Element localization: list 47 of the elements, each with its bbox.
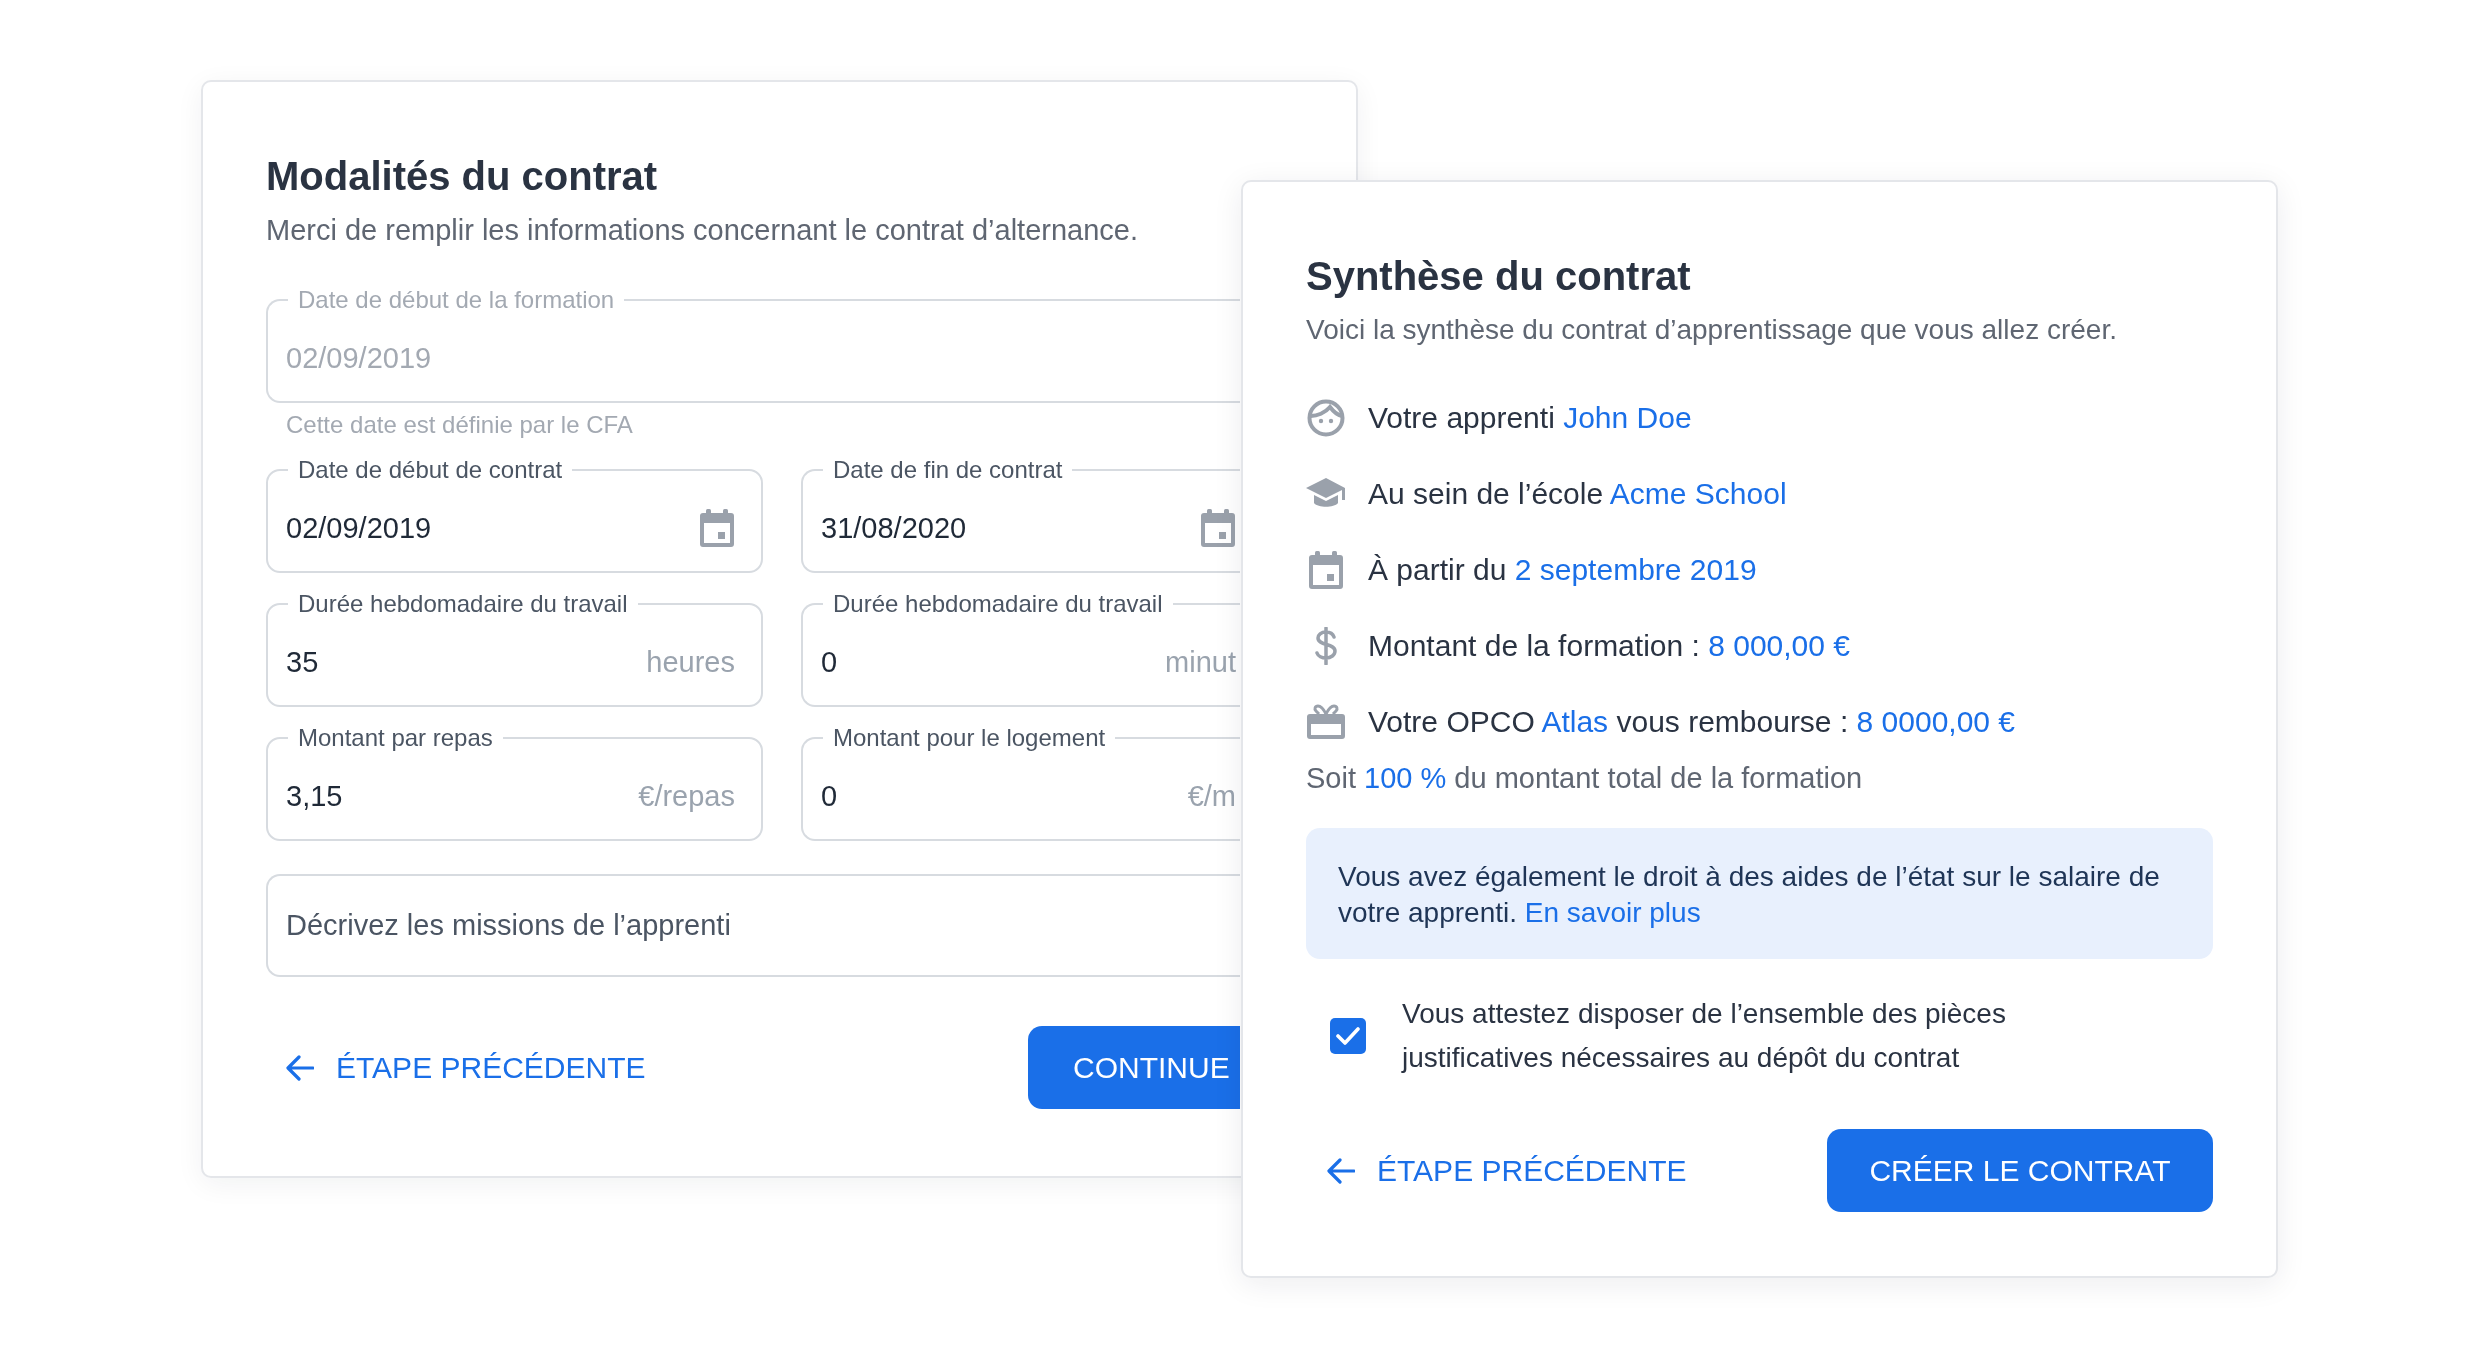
missions-field[interactable]: Décrivez les missions de l’apprenti — [266, 874, 1240, 977]
previous-step-link[interactable]: ÉTAPE PRÉCÉDENTE — [1321, 1147, 1693, 1194]
field-value: 0 — [821, 779, 839, 813]
field-label: Date de début de contrat — [297, 455, 564, 485]
create-contract-button[interactable]: CRÉER LE CONTRAT — [1827, 1129, 2213, 1212]
card-title: Synthèse du contrat — [1306, 253, 1692, 300]
field-label: Durée hebdomadaire du travail — [297, 589, 629, 619]
summary-line: Montant de la formation : 8 000,00 € — [1368, 629, 1850, 663]
field-label: Durée hebdomadaire du travail — [832, 589, 1164, 619]
continue-button[interactable]: CONTINUE — [1028, 1026, 1240, 1109]
summary-line: À partir du 2 septembre 2019 — [1368, 553, 1757, 587]
info-text: Vous avez également le droit à des aides de l’état sur le salaire de votre apprenti. En savoir plus — [1338, 860, 2161, 930]
checkbox[interactable] — [1330, 1018, 1366, 1054]
field-label: Montant pour le logement — [832, 723, 1107, 753]
calendar-icon — [699, 509, 735, 547]
summary-line: Au sein de l’école Acme School — [1368, 477, 1787, 511]
field-value: 02/09/2019 — [286, 341, 433, 375]
card-subtitle: Voici la synthèse du contrat d’apprentissage que vous allez créer. — [1306, 313, 2118, 347]
learn-more-link[interactable]: En savoir plus — [1524, 897, 1701, 928]
calendar-icon — [1200, 509, 1236, 547]
summary-line: Soit 100 % du montant total de la formation — [1306, 761, 1864, 796]
calendar-icon — [1308, 551, 1344, 589]
field-value: 3,15 — [286, 779, 344, 813]
checkbox-label: Vous attestez disposer de l’ensemble des pièces justificatives nécessaires au dépôt du contrat — [1402, 997, 2007, 1075]
arrow-left-icon — [286, 1054, 314, 1081]
card-subtitle: Merci de remplir les informations concernant le contrat d’alternance. — [266, 213, 1139, 248]
previous-step-link[interactable]: ÉTAPE PRÉCÉDENTE — [280, 1044, 652, 1091]
card-title: Modalités du contrat — [266, 153, 659, 200]
face-icon — [1307, 399, 1345, 437]
summary-line: Votre apprenti John Doe — [1368, 401, 1692, 435]
helper-text: Cette date est définie par le CFA — [286, 410, 633, 440]
arrow-left-icon — [1327, 1157, 1355, 1184]
field-label: Montant par repas — [297, 723, 494, 753]
unit-label: minut — [1165, 645, 1236, 679]
field-value: 0 — [821, 645, 839, 679]
dollar-sign-icon — [1314, 627, 1338, 665]
field-value: 35 — [286, 645, 320, 679]
unit-label: €/m — [1187, 779, 1236, 813]
field-label: Date de début de la formation — [297, 285, 616, 315]
field-value: 31/08/2020 — [821, 511, 968, 545]
field-value: 02/09/2019 — [286, 511, 433, 545]
unit-label: heures — [646, 645, 735, 679]
gift-icon — [1306, 704, 1346, 740]
field-label: Date de fin de contrat — [832, 455, 1064, 485]
summary-line: Votre OPCO Atlas vous rembourse : 8 0000,00 € — [1368, 705, 2016, 739]
unit-label: €/repas — [638, 779, 735, 813]
check-icon — [1336, 1026, 1360, 1046]
